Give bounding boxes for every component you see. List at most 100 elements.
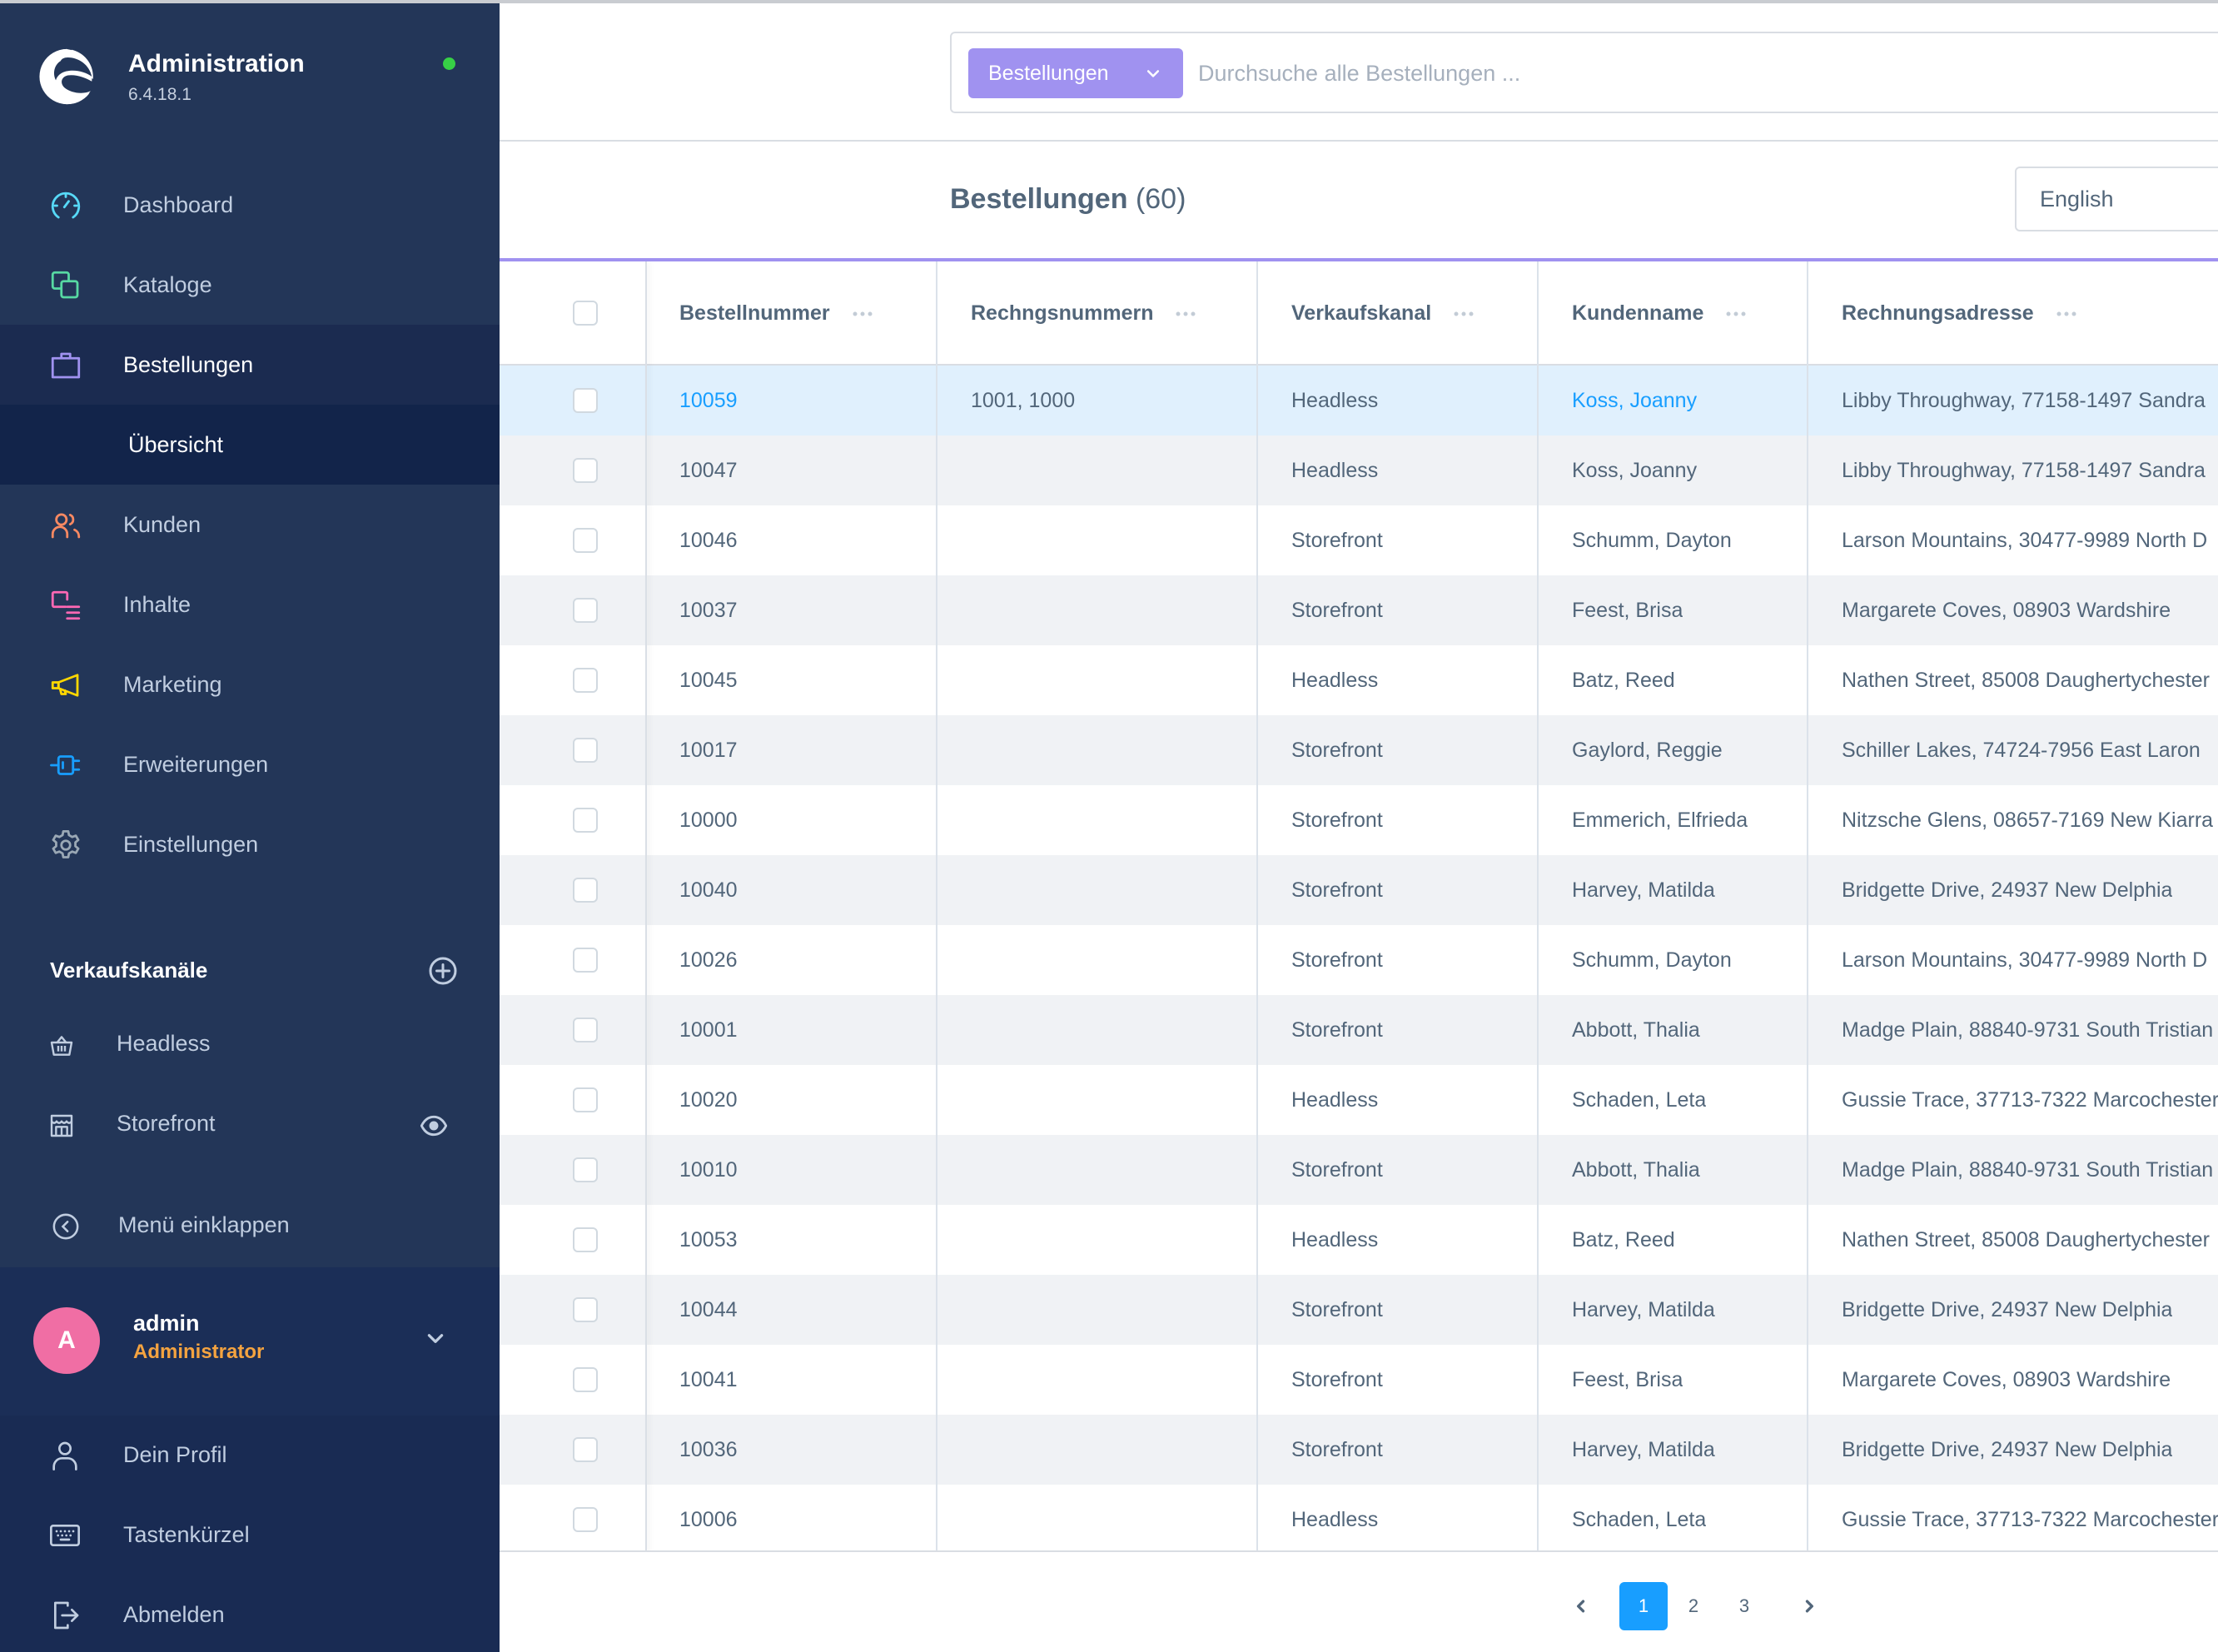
cell-customer-name[interactable]: Abbott, Thalia — [1572, 1135, 1700, 1205]
column-settings-icon[interactable] — [1453, 311, 1475, 317]
cell-customer-name[interactable]: Koss, Joanny — [1572, 435, 1697, 505]
sidebar-item-dashboard[interactable]: Dashboard — [0, 165, 500, 245]
table-row[interactable]: 10059 1001, 1000 Headless Koss, Joanny Libby… — [500, 366, 2218, 435]
sidebar-item-kataloge[interactable]: Kataloge — [0, 245, 500, 325]
cell-order-number[interactable]: 10046 — [679, 505, 738, 575]
table-row[interactable]: 10001 Storefront Abbott, Thalia Madge Plain… — [500, 995, 2218, 1065]
table-row[interactable]: 10010 Storefront Abbott, Thalia Madge Plain… — [500, 1135, 2218, 1205]
pagination-page-1[interactable]: 1 — [1619, 1582, 1668, 1630]
column-header-kundenname[interactable]: Kundenname — [1572, 261, 1747, 366]
column-header-verkaufskanal[interactable]: Verkaufskanal — [1291, 261, 1475, 366]
user-menu-logout[interactable]: Abmelden — [0, 1575, 500, 1652]
cell-order-number[interactable]: 10059 — [679, 366, 738, 435]
cell-order-number[interactable]: 10041 — [679, 1345, 738, 1415]
column-header-rechnungsnummern[interactable]: Rechngsnummern — [971, 261, 1196, 366]
search-type-dropdown[interactable]: Bestellungen — [968, 48, 1183, 98]
cell-customer-name[interactable]: Harvey, Matilda — [1572, 1415, 1715, 1485]
add-sales-channel-icon[interactable] — [428, 956, 458, 986]
row-checkbox[interactable] — [573, 1157, 598, 1182]
row-checkbox[interactable] — [573, 738, 598, 763]
column-header-bestellnummer[interactable]: Bestellnummer — [679, 261, 873, 366]
sidebar-item-bestellungen[interactable]: Bestellungen — [0, 325, 500, 405]
row-checkbox[interactable] — [573, 808, 598, 833]
cell-customer-name[interactable]: Gaylord, Reggie — [1572, 715, 1723, 785]
row-checkbox[interactable] — [573, 1367, 598, 1392]
column-settings-icon[interactable] — [1725, 311, 1747, 317]
user-profile-toggle[interactable]: A admin Administrator — [0, 1267, 500, 1416]
table-row[interactable]: 10036 Storefront Harvey, Matilda Bridgette … — [500, 1415, 2218, 1485]
cell-order-number[interactable]: 10036 — [679, 1415, 738, 1485]
table-row[interactable]: 10047 Headless Koss, Joanny Libby Throughwa… — [500, 435, 2218, 505]
pagination-page-2[interactable]: 2 — [1669, 1582, 1718, 1630]
row-checkbox[interactable] — [573, 668, 598, 693]
cell-order-number[interactable]: 10000 — [679, 785, 738, 855]
pagination-prev-button[interactable] — [1557, 1582, 1605, 1630]
user-menu-profile[interactable]: Dein Profil — [0, 1416, 500, 1495]
table-row[interactable]: 10006 Headless Schaden, Leta Gussie Trace, … — [500, 1485, 2218, 1550]
eye-icon[interactable] — [420, 1114, 447, 1137]
cell-customer-name[interactable]: Schaden, Leta — [1572, 1065, 1706, 1135]
pagination-page-3[interactable]: 3 — [1720, 1582, 1768, 1630]
cell-order-number[interactable]: 10026 — [679, 925, 738, 995]
row-checkbox[interactable] — [573, 388, 598, 413]
cell-order-number[interactable]: 10037 — [679, 575, 738, 645]
table-row[interactable]: 10046 Storefront Schumm, Dayton Larson Moun… — [500, 505, 2218, 575]
table-row[interactable]: 10045 Headless Batz, Reed Nathen Street, 85… — [500, 645, 2218, 715]
sidebar-item-marketing[interactable]: Marketing — [0, 644, 500, 724]
cell-order-number[interactable]: 10044 — [679, 1275, 738, 1345]
row-checkbox[interactable] — [573, 458, 598, 483]
cell-order-number[interactable]: 10001 — [679, 995, 738, 1065]
table-row[interactable]: 10040 Storefront Harvey, Matilda Bridgette … — [500, 855, 2218, 925]
sidebar-subitem-uebersicht[interactable]: Übersicht — [0, 405, 500, 485]
row-checkbox[interactable] — [573, 1297, 598, 1322]
search-input[interactable] — [1198, 48, 2197, 98]
cell-order-number[interactable]: 10053 — [679, 1205, 738, 1275]
table-row[interactable]: 10044 Storefront Harvey, Matilda Bridgette … — [500, 1275, 2218, 1345]
cell-customer-name[interactable]: Harvey, Matilda — [1572, 1275, 1715, 1345]
cell-customer-name[interactable]: Harvey, Matilda — [1572, 855, 1715, 925]
column-settings-icon[interactable] — [1175, 311, 1196, 317]
row-checkbox[interactable] — [573, 948, 598, 973]
cell-order-number[interactable]: 10006 — [679, 1485, 738, 1550]
sidebar-item-einstellungen[interactable]: Einstellungen — [0, 804, 500, 884]
cell-customer-name[interactable]: Schaden, Leta — [1572, 1485, 1706, 1550]
row-checkbox[interactable] — [573, 1507, 598, 1532]
cell-customer-name[interactable]: Batz, Reed — [1572, 645, 1675, 715]
cell-order-number[interactable]: 10020 — [679, 1065, 738, 1135]
cell-order-number[interactable]: 10040 — [679, 855, 738, 925]
row-checkbox[interactable] — [573, 1018, 598, 1042]
row-checkbox[interactable] — [573, 1227, 598, 1252]
language-select[interactable]: English — [2015, 167, 2218, 231]
cell-order-number[interactable]: 10047 — [679, 435, 738, 505]
user-menu-shortcuts[interactable]: Tastenkürzel — [0, 1495, 500, 1575]
pagination-next-button[interactable] — [1785, 1582, 1833, 1630]
sales-channel-storefront[interactable]: Storefront — [0, 1092, 500, 1159]
cell-customer-name[interactable]: Abbott, Thalia — [1572, 995, 1700, 1065]
column-settings-icon[interactable] — [2056, 311, 2077, 317]
table-row[interactable]: 10037 Storefront Feest, Brisa Margarete Cov… — [500, 575, 2218, 645]
column-settings-icon[interactable] — [852, 311, 873, 317]
table-row[interactable]: 10041 Storefront Feest, Brisa Margarete Cov… — [500, 1345, 2218, 1415]
cell-customer-name[interactable]: Batz, Reed — [1572, 1205, 1675, 1275]
cell-customer-name[interactable]: Feest, Brisa — [1572, 575, 1683, 645]
select-all-checkbox[interactable] — [573, 301, 598, 326]
sidebar-item-erweiterungen[interactable]: Erweiterungen — [0, 724, 500, 804]
row-checkbox[interactable] — [573, 878, 598, 903]
cell-customer-name[interactable]: Schumm, Dayton — [1572, 925, 1732, 995]
collapse-menu-button[interactable]: Menü einklappen — [0, 1194, 500, 1261]
cell-customer-name[interactable]: Feest, Brisa — [1572, 1345, 1683, 1415]
table-row[interactable]: 10020 Headless Schaden, Leta Gussie Trace, … — [500, 1065, 2218, 1135]
row-checkbox[interactable] — [573, 1087, 598, 1112]
table-row[interactable]: 10053 Headless Batz, Reed Nathen Street, 85… — [500, 1205, 2218, 1275]
row-checkbox[interactable] — [573, 528, 598, 553]
row-checkbox[interactable] — [573, 598, 598, 623]
cell-order-number[interactable]: 10010 — [679, 1135, 738, 1205]
table-row[interactable]: 10026 Storefront Schumm, Dayton Larson Moun… — [500, 925, 2218, 995]
cell-order-number[interactable]: 10045 — [679, 645, 738, 715]
cell-order-number[interactable]: 10017 — [679, 715, 738, 785]
table-row[interactable]: 10017 Storefront Gaylord, Reggie Schiller L… — [500, 715, 2218, 785]
column-header-rechnungsadresse[interactable]: Rechnungsadresse — [1842, 261, 2077, 366]
sidebar-item-kunden[interactable]: Kunden — [0, 485, 500, 565]
sales-channel-headless[interactable]: Headless — [0, 1013, 500, 1079]
sidebar-item-inhalte[interactable]: Inhalte — [0, 565, 500, 644]
